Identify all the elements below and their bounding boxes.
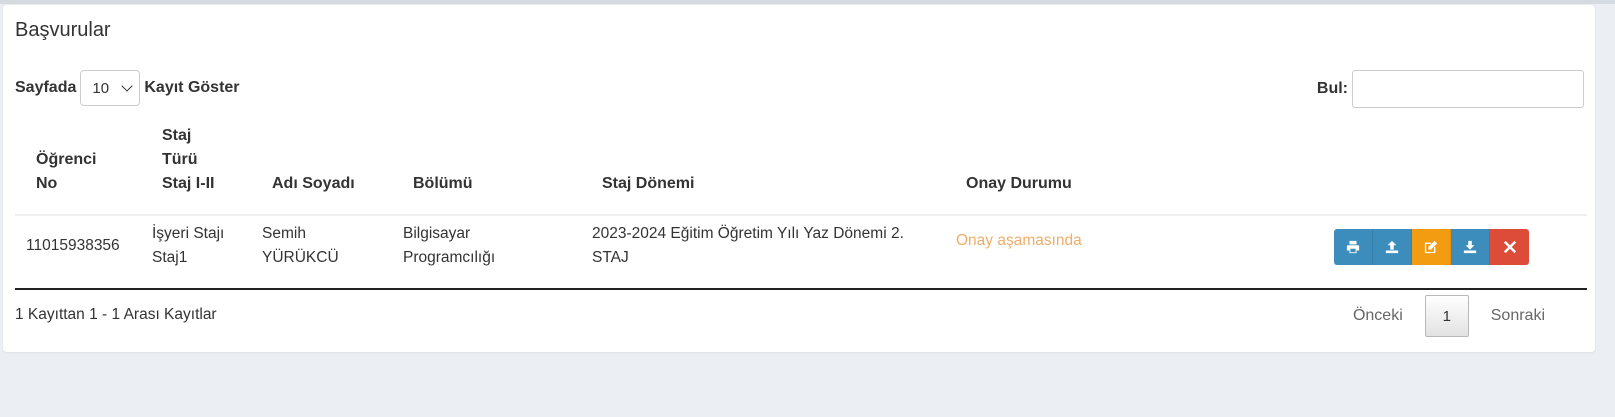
table-bottom-border [15,288,1587,290]
cell-name-line1: Semih [262,225,306,242]
page-length-value: 10 [92,79,110,97]
header-student-no-line2: No [36,175,58,192]
pagination: Önceki 1 Sonraki [1331,295,1567,337]
header-student-no[interactable]: Öğrenci No [36,148,96,196]
cell-period: 2023-2024 Eğitim Öğretim Yılı Yaz Dönemi… [592,222,904,270]
cell-type-line2: Staj1 [152,249,188,266]
header-type-line1: Staj [162,127,192,144]
header-type-line3: Staj I-II [162,175,215,192]
next-page-link[interactable]: Sonraki [1469,307,1567,325]
cell-period-line2: STAJ [592,249,629,266]
header-type[interactable]: Staj Türü Staj I-II [162,124,214,196]
records-info: 1 Kayıttan 1 - 1 Arası Kayıtlar [15,306,217,323]
cell-period-line1: 2023-2024 Eğitim Öğretim Yılı Yaz Dönemi… [592,225,904,242]
search-input[interactable] [1352,70,1584,108]
page-length-control: Sayfada 10 Kayıt Göster [15,70,240,106]
header-separator [15,214,1587,216]
cell-department: Bilgisayar Programcılığı [403,222,495,270]
print-icon [1346,240,1360,254]
previous-page-link[interactable]: Önceki [1331,307,1425,325]
header-type-line2: Türü [162,151,198,168]
header-period[interactable]: Staj Dönemi [602,172,694,196]
row-actions [1334,229,1529,265]
top-border [0,0,1615,4]
chevron-down-icon [121,80,134,92]
print-button[interactable] [1334,229,1373,265]
applications-panel: Başvurular Sayfada 10 Kayıt Göster Bul: … [3,5,1595,352]
search-label: Bul: [1316,80,1348,97]
page-length-select[interactable]: 10 [80,70,141,106]
cell-type: İşyeri Stajı Staj1 [152,222,224,270]
cell-status: Onay aşamasında [956,232,1082,249]
upload-button[interactable] [1373,229,1412,265]
header-name[interactable]: Adı Soyadı [272,172,355,196]
page-length-suffix: Kayıt Göster [144,79,240,96]
header-department[interactable]: Bölümü [413,172,473,196]
delete-button[interactable] [1490,229,1529,265]
cell-department-line1: Bilgisayar [403,225,471,242]
panel-title: Başvurular [15,19,111,41]
page-1-button[interactable]: 1 [1424,295,1469,337]
search-control: Bul: [1317,70,1584,108]
cell-name: Semih YÜRÜKCÜ [262,222,339,270]
cell-student-no: 11015938356 [26,237,120,254]
header-student-no-line1: Öğrenci [36,151,97,168]
cell-type-line1: İşyeri Stajı [152,225,225,242]
edit-button[interactable] [1412,229,1451,265]
edit-icon [1424,240,1438,254]
download-icon [1463,240,1477,254]
close-icon [1503,240,1516,254]
header-status[interactable]: Onay Durumu [966,172,1072,196]
page-length-prefix: Sayfada [15,79,77,96]
cell-name-line2: YÜRÜKCÜ [262,249,339,266]
cell-department-line2: Programcılığı [403,249,496,266]
upload-icon [1385,240,1399,254]
download-button[interactable] [1451,229,1490,265]
